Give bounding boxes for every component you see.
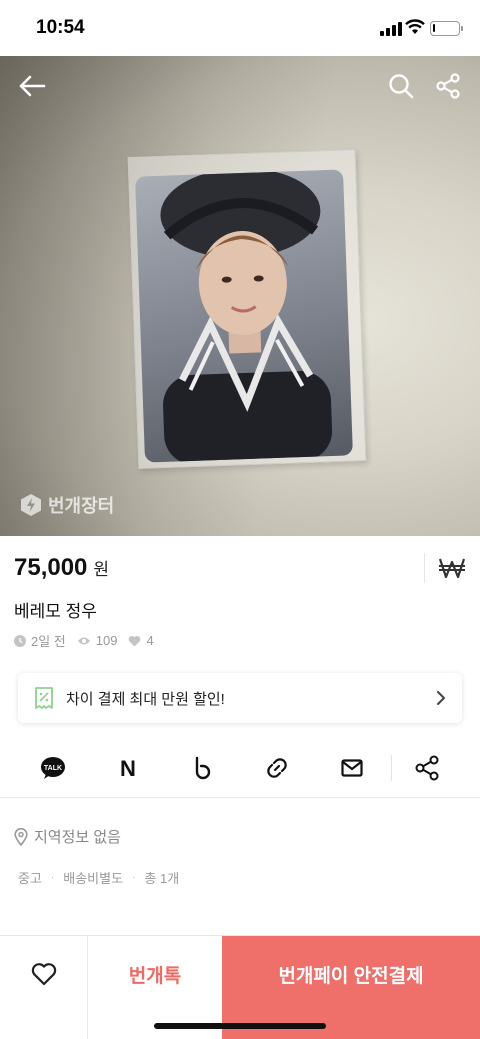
- tag-shipping: 배송비별도: [63, 871, 124, 886]
- photo-toolbar: [0, 56, 480, 116]
- product-tags: 중고 · 배송비별도 · 총 1개: [18, 868, 179, 887]
- tag-quantity: 총 1개: [144, 871, 180, 886]
- share-icon: [415, 755, 439, 781]
- heart-outline-icon: [31, 963, 56, 986]
- product-title: 베레모 정우: [14, 602, 97, 621]
- kakao-talk-icon: TALK: [41, 757, 65, 779]
- location-text: 지역정보 없음: [34, 829, 121, 846]
- watermark: 번개장터: [20, 492, 114, 518]
- divider: [0, 797, 480, 798]
- svg-text:N: N: [120, 757, 136, 779]
- chevron-right-icon: [437, 691, 445, 705]
- share-band-button[interactable]: [188, 753, 218, 783]
- posted-text: 2일 전: [31, 634, 66, 649]
- arrow-left-icon: [19, 75, 46, 97]
- product-meta: 2일 전 109 4: [14, 631, 165, 650]
- share-options: TALK N: [0, 745, 480, 791]
- tag-separator: ·: [50, 872, 55, 883]
- search-button[interactable]: [383, 68, 419, 104]
- share-button[interactable]: [430, 68, 466, 104]
- view-count: 109: [77, 633, 118, 648]
- battery-icon: [430, 21, 463, 36]
- cellular-signal-icon: [380, 22, 402, 36]
- wifi-icon: [405, 19, 425, 35]
- share-more-button[interactable]: [412, 753, 442, 783]
- like-button[interactable]: [0, 936, 88, 1039]
- photocard-image: [135, 169, 353, 463]
- divider: [424, 553, 425, 583]
- tag-condition: 중고: [18, 871, 42, 886]
- search-icon: [389, 74, 414, 99]
- status-bar: 10:54: [0, 0, 480, 56]
- link-icon: [267, 758, 287, 778]
- location-info: 지역정보 없음: [14, 826, 121, 847]
- price-row: 75,000 원: [14, 554, 109, 582]
- share-kakao-talk-button[interactable]: TALK: [38, 753, 68, 783]
- svg-text:TALK: TALK: [44, 765, 62, 772]
- naver-icon: N: [120, 757, 136, 779]
- product-photo[interactable]: 번개장터: [0, 56, 480, 536]
- tag-separator: ·: [132, 872, 136, 883]
- coupon-icon: [35, 687, 53, 709]
- likes-text: 4: [146, 633, 154, 648]
- won-icon: [438, 558, 466, 579]
- home-indicator: [154, 1023, 326, 1029]
- divider: [391, 755, 392, 781]
- share-icon: [436, 73, 460, 99]
- posted-time: 2일 전: [14, 631, 66, 650]
- price-unit: 원: [93, 560, 110, 579]
- clock-icon: [14, 634, 26, 647]
- heart-icon: [129, 635, 141, 646]
- mail-icon: [341, 759, 363, 777]
- price-offer-button[interactable]: [438, 554, 466, 582]
- price: 75,000: [14, 554, 88, 581]
- share-mail-button[interactable]: [337, 753, 367, 783]
- eye-icon: [77, 637, 90, 644]
- back-button[interactable]: [14, 68, 50, 104]
- promo-banner[interactable]: 차이 결제 최대 만원 할인!: [18, 673, 462, 723]
- views-text: 109: [95, 633, 118, 648]
- share-naver-button[interactable]: N: [113, 753, 143, 783]
- copy-link-button[interactable]: [262, 753, 292, 783]
- watermark-text: 번개장터: [48, 496, 115, 516]
- like-count: 4: [128, 633, 154, 648]
- status-time: 10:54: [36, 17, 85, 38]
- band-icon: [195, 756, 211, 780]
- bunjang-logo-icon: [21, 494, 41, 516]
- location-pin-icon: [14, 827, 28, 846]
- promo-text: 차이 결제 최대 만원 할인!: [66, 690, 225, 708]
